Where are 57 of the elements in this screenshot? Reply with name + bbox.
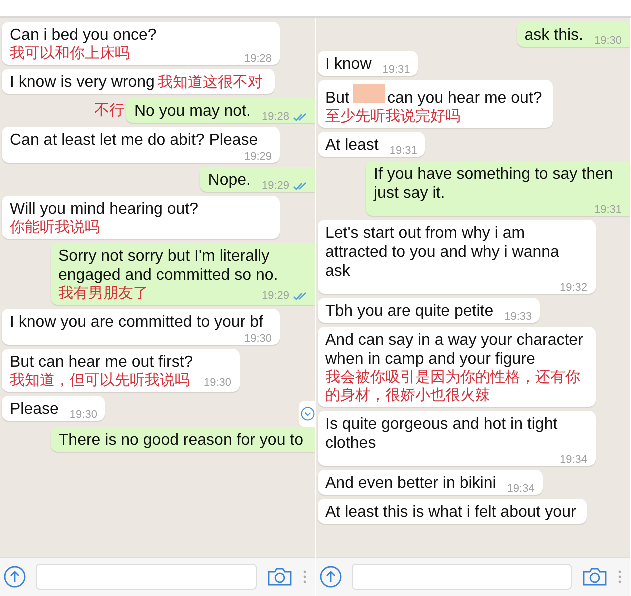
message-text: Can i bed you once? <box>10 26 157 45</box>
upload-icon[interactable] <box>4 566 26 588</box>
annotation: 我可以和你上床吗 <box>10 45 130 63</box>
message-text: If you have something to say then just say it. <box>374 165 614 203</box>
scroll-down-button[interactable] <box>298 401 314 427</box>
message-text: Is quite gorgeous and hot in tight clothes <box>326 415 559 453</box>
message-text: can you hear me out? <box>388 89 542 108</box>
message-text: Sorry not sorry but I'm literally engaged and committed so no. <box>58 247 280 285</box>
message-text: At least this is what i felt about your <box>326 503 576 522</box>
message-text: And even better in bikini <box>326 474 496 493</box>
message-time: 19:29 <box>262 178 290 194</box>
annotation: 我知道这很不对 <box>158 74 263 92</box>
message-text: Will you mind hearing out? <box>10 200 199 219</box>
input-field[interactable] <box>352 564 572 590</box>
message-time: 19:28 <box>262 110 290 124</box>
message-text: Can at least let me do abit? Please <box>10 131 258 150</box>
message-time: 19:30 <box>594 34 622 48</box>
message-text: Please <box>10 400 59 419</box>
message-text: But can hear me out first? <box>10 353 194 372</box>
message-time: 19:33 <box>504 310 532 324</box>
annotation: 我会被你吸引是因为你的性格，还有你的身材，很娇小也很火辣 <box>326 369 582 405</box>
message-text: I know you are committed to your bf <box>10 313 264 332</box>
message-text: Let's start out from why i am attracted to you and why i wanna ask <box>326 224 560 281</box>
message-text: Nope. <box>208 171 251 190</box>
annotation: 你能听我说吗 <box>10 219 100 237</box>
camera-icon[interactable] <box>582 567 608 587</box>
annotation: 至少先听我说完好吗 <box>326 108 460 126</box>
message-time: 19:31 <box>390 144 418 158</box>
message-time: 19:34 <box>560 452 588 468</box>
message-text: ask this. <box>524 26 584 45</box>
message-time: 19:30 <box>244 332 272 346</box>
message-time: 19:30 <box>204 377 232 389</box>
more-icon[interactable] <box>618 569 622 585</box>
message-text: At least <box>326 136 379 155</box>
message-time: 19:30 <box>70 408 98 422</box>
message-text: There is no good reason for you to <box>58 431 304 450</box>
message-text: I know <box>326 55 372 74</box>
message-text: And can say in a way your character when in camp and your figure <box>326 331 584 369</box>
message-time: 19:29 <box>262 290 290 302</box>
message-time: 19:32 <box>560 280 588 296</box>
message-time: 19:31 <box>594 202 622 218</box>
annotation: 我有男朋友了 <box>58 285 148 303</box>
input-field[interactable] <box>36 564 256 590</box>
message-time: 19:31 <box>382 62 410 78</box>
camera-icon[interactable] <box>266 567 292 587</box>
annotation: 不行 <box>94 102 124 120</box>
more-icon[interactable] <box>302 569 306 585</box>
message-text: I know is very wrong <box>10 73 155 92</box>
upload-icon[interactable] <box>320 566 342 588</box>
message-time: 19:34 <box>507 482 535 496</box>
message-text: No you may not. <box>134 102 251 121</box>
redaction-block <box>352 84 385 103</box>
annotation: 我知道，但可以先听我说吗 <box>10 372 190 390</box>
message-time: 19:28 <box>244 52 272 66</box>
message-text: But <box>326 89 350 108</box>
message-text: Tbh you are quite petite <box>326 302 494 321</box>
message-time: 19:29 <box>244 150 272 164</box>
